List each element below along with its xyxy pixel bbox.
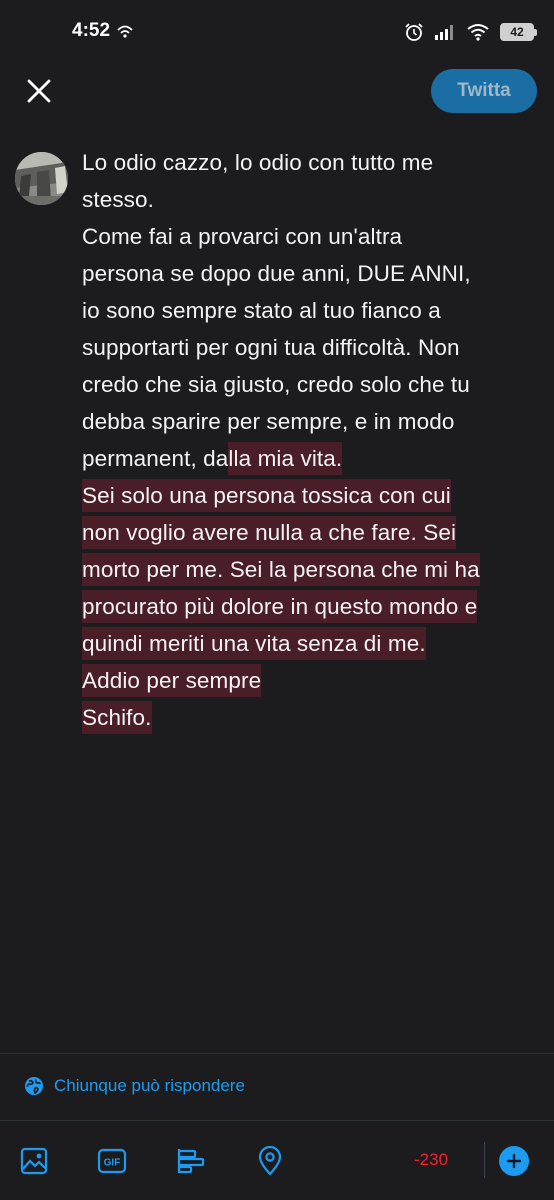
over-limit-line: morto per me. Sei la persona che mi ha <box>82 551 542 588</box>
alarm-icon <box>405 23 423 41</box>
image-button[interactable] <box>18 1145 50 1177</box>
character-counter: -230 <box>414 1150 449 1169</box>
tweet-button[interactable]: Twitta <box>431 69 537 113</box>
avatar <box>15 152 68 205</box>
over-limit-line: quindi meriti una vita senza di me. <box>82 625 542 662</box>
over-limit-line: Schifo. <box>82 699 542 736</box>
status-time: 4:52 <box>72 20 111 41</box>
text-line: credo che sia giusto, credo solo che tu <box>82 372 470 397</box>
poll-button[interactable] <box>175 1145 207 1177</box>
location-icon <box>258 1146 282 1176</box>
gif-label: GIF <box>104 1158 121 1169</box>
battery-icon: 42 <box>500 23 537 41</box>
over-limit-line: non voglio avere nulla a che fare. Sei <box>82 514 542 551</box>
poll-icon <box>177 1149 205 1174</box>
hotspot-icon <box>117 25 133 38</box>
text-normal: permanent, da <box>82 446 229 471</box>
tweet-text-input[interactable]: Lo odio cazzo, lo odio con tutto me stes… <box>82 144 542 736</box>
text-line: debba sparire per sempre, e in modo <box>82 409 455 434</box>
text-line: Lo odio cazzo, lo odio con tutto me <box>82 150 434 175</box>
over-limit-line: Addio per sempre <box>82 662 542 699</box>
location-button[interactable] <box>254 1145 286 1177</box>
text-line: io sono sempre stato al tuo fianco a <box>82 298 441 323</box>
toolbar-divider <box>484 1142 485 1178</box>
status-icons: 42 <box>404 20 537 44</box>
reply-setting-button[interactable]: Chiunque può rispondere <box>24 1074 245 1098</box>
divider <box>0 1053 554 1054</box>
over-limit-line: Sei solo una persona tossica con cui <box>82 477 542 514</box>
add-thread-button[interactable] <box>499 1146 529 1176</box>
divider <box>0 1120 554 1121</box>
text-line: stesso. <box>82 187 154 212</box>
wifi-icon <box>467 24 489 41</box>
over-limit-line: procurato più dolore in questo mondo e <box>82 588 542 625</box>
image-icon <box>20 1147 48 1175</box>
text-line: Come fai a provarci con un'altra <box>82 224 403 249</box>
close-button[interactable] <box>20 72 58 110</box>
close-icon <box>27 79 51 103</box>
reply-setting-label: Chiunque può rispondere <box>54 1076 245 1095</box>
globe-icon <box>25 1077 43 1095</box>
status-bar: 4:52 42 <box>0 0 554 62</box>
over-limit-text: lla mia vita. <box>228 442 343 475</box>
signal-icon <box>435 25 453 40</box>
battery-level: 42 <box>510 25 524 39</box>
gif-button[interactable]: GIF <box>96 1145 128 1177</box>
text-line-split: permanent, dalla mia vita. <box>82 440 542 477</box>
text-line: supportarti per ogni tua difficoltà. Non <box>82 335 460 360</box>
add-icon <box>506 1153 522 1169</box>
gif-icon: GIF <box>97 1148 127 1174</box>
text-line: persona se dopo due anni, DUE ANNI, <box>82 261 471 286</box>
